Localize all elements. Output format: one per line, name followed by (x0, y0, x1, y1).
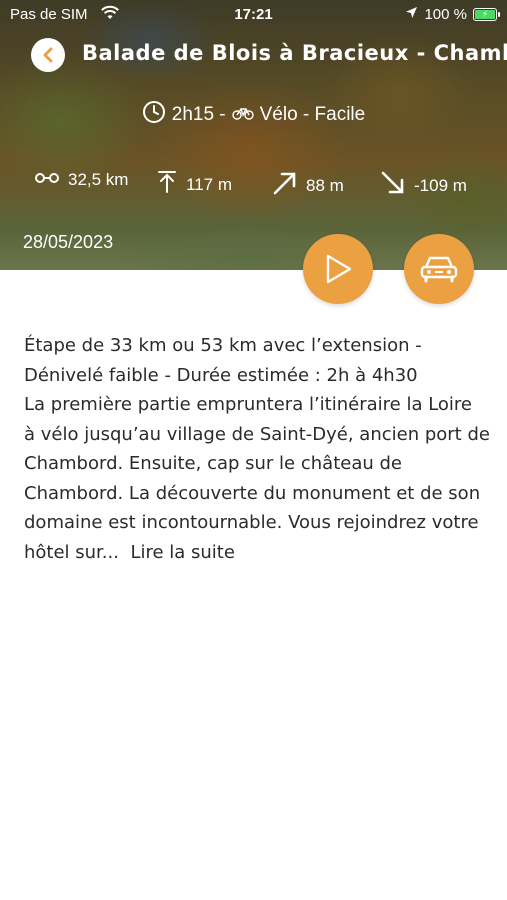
distance-icon (34, 170, 60, 190)
distance-value: 32,5 km (68, 170, 129, 189)
description-line: Dénivelé faible - Durée estimée : 2h à 4… (24, 364, 418, 386)
chevron-left-icon (43, 47, 53, 63)
descent-value: -109 m (414, 175, 467, 195)
page-title: Balade de Blois à Bracieux - Chambord (82, 41, 507, 65)
activity-text: Vélo - Facile (259, 104, 366, 125)
description-text: Étape de 33 km ou 53 km avec l’extension… (24, 331, 490, 568)
battery-percent: 100 % (424, 6, 467, 23)
stat-ascent: 88 m (272, 170, 344, 201)
ascent-value: 88 m (306, 175, 344, 195)
hero-image: Pas de SIM 17:21 100 % ⚡ Balade de Blois… (0, 0, 507, 270)
location-arrow-icon (405, 6, 418, 23)
duration-activity-line: 2h15 - Vélo - Facile (0, 100, 507, 130)
bicycle-icon (231, 104, 254, 126)
battery-icon: ⚡ (473, 8, 500, 21)
description-line: domaine est incontournable. Vous rejoind… (24, 512, 479, 533)
description-line: hôtel sur... (24, 541, 119, 563)
descent-icon (380, 170, 406, 201)
stat-descent: -109 m (380, 170, 467, 201)
play-icon (326, 254, 352, 284)
clock-icon (142, 100, 166, 130)
back-button[interactable] (31, 38, 65, 72)
description-line: La première partie empruntera l’itinérai… (24, 394, 472, 415)
duration-text: 2h15 - (171, 104, 226, 125)
description-line: à vélo jusqu’au village de Saint-Dyé, an… (24, 423, 490, 445)
status-bar: Pas de SIM 17:21 100 % ⚡ (0, 0, 507, 30)
ascent-icon (272, 170, 298, 201)
description-line: Chambord. La découverte du monument et d… (24, 482, 481, 504)
description-line: Chambord. Ensuite, cap sur le château de (24, 453, 402, 474)
stat-distance: 32,5 km (34, 170, 128, 190)
max-altitude-value: 117 m (186, 174, 232, 194)
status-right: 100 % ⚡ (405, 6, 500, 23)
altitude-icon (156, 170, 178, 199)
description-last-line: hôtel sur... Lire la suite (24, 538, 486, 568)
description-line: Étape de 33 km ou 53 km avec l’extension… (24, 335, 422, 356)
hike-date: 28/05/2023 (23, 232, 114, 252)
stat-max-altitude: 117 m (156, 170, 232, 199)
start-navigation-button[interactable] (303, 234, 373, 304)
car-directions-button[interactable] (404, 234, 474, 304)
read-more-link[interactable]: Lire la suite (130, 542, 235, 563)
car-icon (420, 256, 458, 283)
